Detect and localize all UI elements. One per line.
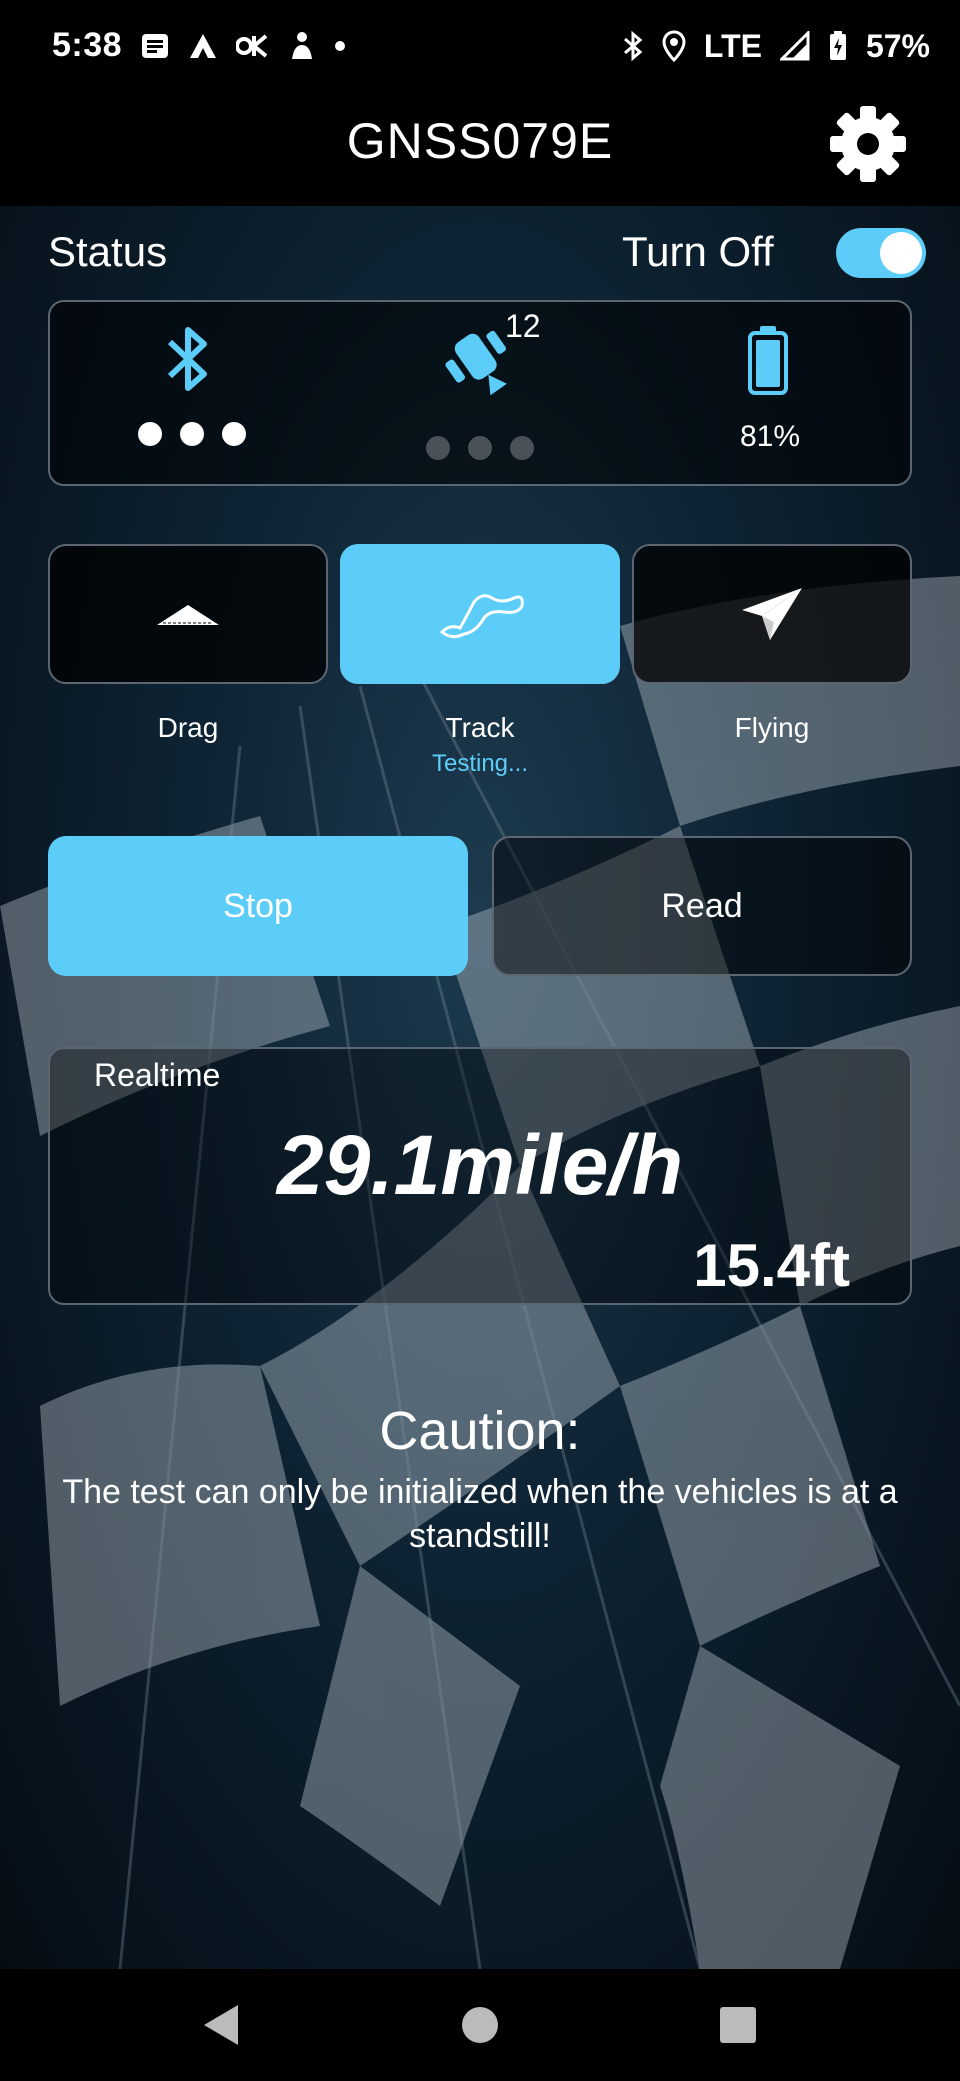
home-circle-icon: [462, 2007, 498, 2043]
bluetooth-connection-dots: [138, 422, 246, 446]
mode-drag-label: Drag: [157, 712, 219, 743]
location-icon: [662, 30, 686, 62]
news-icon: [142, 34, 168, 58]
dot: [426, 436, 450, 460]
toggle-knob: [880, 232, 922, 274]
mode-flying-button[interactable]: [632, 544, 912, 684]
status-label: Status: [48, 228, 168, 275]
bluetooth-status-icon: [623, 30, 643, 62]
realtime-distance: 15.4ft: [693, 1232, 850, 1299]
back-triangle-icon: [204, 2005, 238, 2045]
settings-button[interactable]: [828, 104, 908, 184]
paper-plane-icon: [742, 588, 802, 640]
nav-recents-button[interactable]: [710, 1997, 766, 2053]
mode-track-label: Track: [445, 712, 515, 743]
network-type: LTE: [703, 27, 762, 64]
battery-icon: [748, 326, 788, 395]
battery-charging-icon: [829, 31, 846, 60]
stop-button[interactable]: Stop: [48, 836, 468, 976]
ok-app-icon: [236, 34, 268, 58]
dot: [138, 422, 162, 446]
mode-flying-label: Flying: [734, 712, 810, 743]
recents-square-icon: [720, 2007, 756, 2043]
dot: [510, 436, 534, 460]
app-bar: GNSS079E: [0, 96, 960, 206]
system-indicators: LTE 57%: [622, 26, 930, 66]
mode-track-button[interactable]: [340, 544, 620, 684]
dot: [180, 422, 204, 446]
satellite-count: 12: [505, 308, 541, 344]
app-a-icon: [190, 34, 216, 58]
realtime-label: Realtime: [94, 1057, 221, 1093]
mode-track-status: Testing...: [431, 750, 529, 777]
notification-icons: [140, 26, 346, 66]
battery-percentage: 81%: [739, 420, 801, 453]
drag-strip-icon: [157, 605, 219, 625]
dot: [468, 436, 492, 460]
race-track-icon: [439, 594, 524, 639]
battery-level: 57%: [865, 27, 930, 64]
signal-icon: [779, 31, 810, 61]
realtime-speed: 29.1mile/h: [276, 1118, 684, 1212]
caution-title: Caution:: [379, 1401, 581, 1461]
turn-off-toggle[interactable]: [836, 228, 926, 278]
clock: 5:38: [52, 26, 123, 64]
nav-home-button[interactable]: [452, 1997, 508, 2053]
system-navigation-bar: [0, 1969, 960, 2081]
dot: [222, 422, 246, 446]
app-figure-icon: [292, 32, 312, 59]
system-status-bar: 5:38 LTE 57%: [0, 0, 960, 96]
realtime-card: Realtime 29.1mile/h 15.4ft: [48, 1047, 912, 1305]
turn-off-label: Turn Off: [622, 228, 774, 275]
read-button[interactable]: Read: [492, 836, 912, 976]
more-notifications-dot-icon: [335, 41, 345, 51]
device-status-card: [48, 300, 912, 486]
mode-drag-button[interactable]: [48, 544, 328, 684]
gear-icon: [830, 106, 906, 182]
bluetooth-icon: [167, 327, 207, 391]
nav-back-button[interactable]: [194, 1997, 250, 2053]
caution-message: The test can only be initialized when th…: [62, 1473, 898, 1555]
device-title: GNSS079E: [346, 113, 614, 169]
satellite-signal-dots: [426, 436, 534, 460]
